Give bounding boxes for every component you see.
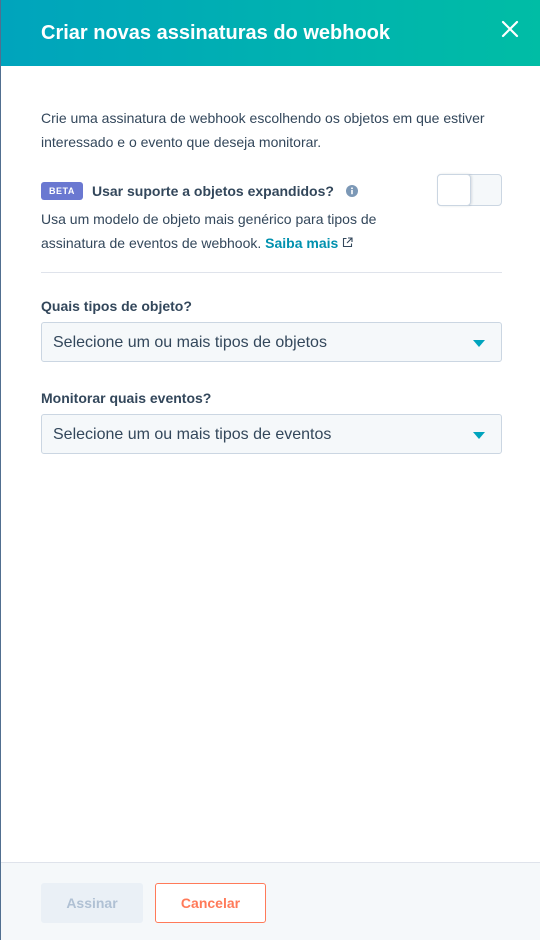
object-types-placeholder: Selecione um ou mais tipos de objetos	[53, 334, 327, 351]
expanded-objects-row: BETA Usar suporte a objetos expandidos?	[41, 180, 502, 204]
learn-more-link[interactable]: Saiba mais	[265, 235, 353, 251]
panel-footer: Assinar Cancelar	[1, 862, 540, 940]
intro-text: Crie uma assinatura de webhook escolhend…	[41, 110, 485, 150]
caret-down-icon	[473, 432, 485, 439]
expanded-objects-toggle[interactable]	[437, 174, 502, 206]
learn-more-label: Saiba mais	[265, 235, 339, 251]
section-divider	[41, 272, 502, 273]
expanded-objects-description: Usa um modelo de objeto mais genérico pa…	[41, 207, 441, 255]
panel-title: Criar novas assinaturas do webhook	[41, 22, 390, 44]
events-label: Monitorar quais eventos?	[41, 390, 212, 406]
beta-badge: BETA	[41, 182, 83, 200]
toggle-knob	[437, 174, 471, 206]
object-types-select[interactable]: Selecione um ou mais tipos de objetos	[41, 322, 502, 362]
events-placeholder: Selecione um ou mais tipos de eventos	[53, 426, 332, 443]
object-types-label: Quais tipos de objeto?	[41, 298, 192, 314]
webhook-subscription-panel: Criar novas assinaturas do webhook Crie …	[0, 0, 540, 940]
cancel-button[interactable]: Cancelar	[155, 883, 266, 923]
caret-down-icon	[473, 340, 485, 347]
events-select[interactable]: Selecione um ou mais tipos de eventos	[41, 414, 502, 454]
subscribe-button[interactable]: Assinar	[41, 883, 143, 923]
expanded-objects-label: Usar suporte a objetos expandidos?	[92, 183, 334, 199]
close-button[interactable]	[498, 17, 522, 41]
panel-header: Criar novas assinaturas do webhook	[1, 0, 540, 66]
close-icon	[501, 20, 519, 38]
info-icon[interactable]	[346, 185, 358, 197]
external-link-icon	[343, 237, 353, 248]
